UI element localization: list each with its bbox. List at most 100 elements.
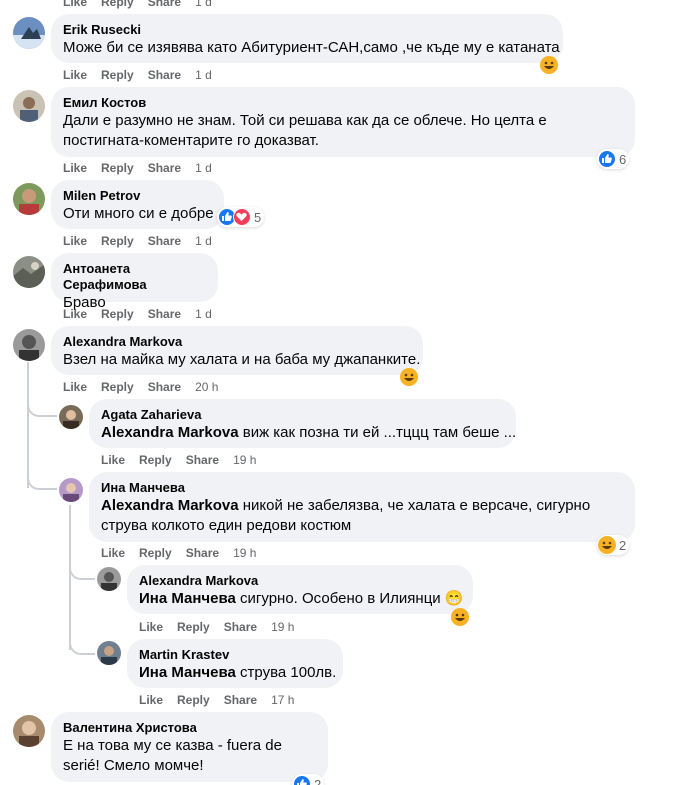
comment-text: Ина Манчева сигурно. Особено в Илиянци 😁: [139, 589, 464, 609]
mention-link[interactable]: Ина Манчева: [139, 664, 236, 681]
mention-link[interactable]: Alexandra Markova: [101, 424, 239, 441]
share-button[interactable]: Share: [148, 160, 181, 176]
like-reaction-icon: [293, 775, 311, 785]
comment-text: Е на това му се казва - fuera de serié! …: [63, 737, 282, 774]
timestamp[interactable]: 19 h: [233, 452, 256, 468]
mention-link[interactable]: Ина Манчева: [139, 590, 236, 607]
comment-bubble: Alexandra Markova Взел на майка му халат…: [51, 326, 423, 375]
avatar[interactable]: [13, 90, 45, 122]
avatar[interactable]: [13, 256, 45, 288]
comment-author[interactable]: Антоанета Серафимова: [63, 261, 206, 293]
timestamp[interactable]: 1 d: [195, 0, 212, 10]
reaction-badge[interactable]: [539, 55, 561, 75]
comment-text: Взел на майка му халата и на баба му джа…: [63, 351, 421, 368]
reply-button[interactable]: Reply: [177, 692, 210, 708]
haha-reaction-icon: [540, 56, 558, 74]
timestamp[interactable]: 1 d: [195, 306, 212, 322]
timestamp[interactable]: 1 d: [195, 160, 212, 176]
like-reaction-icon: [598, 150, 616, 168]
comment-author[interactable]: Martin Krastev: [139, 647, 331, 663]
avatar[interactable]: [13, 715, 45, 747]
like-button[interactable]: Like: [101, 545, 125, 561]
like-button[interactable]: Like: [139, 692, 163, 708]
comment-bubble: Erik Rusecki Може би се изявява като Аби…: [51, 14, 563, 63]
share-button[interactable]: Share: [148, 306, 181, 322]
timestamp[interactable]: 20 h: [195, 379, 218, 395]
timestamp[interactable]: 1 d: [195, 233, 212, 249]
haha-reaction-icon: [400, 368, 418, 386]
reply-bubble: Alexandra Markova Ина Манчева сигурно. О…: [127, 565, 473, 614]
comment-text-body: сигурно. Особено в Илиянци 😁: [235, 590, 464, 607]
share-button[interactable]: Share: [148, 379, 181, 395]
comment-actions: Like Reply Share 1 d: [63, 0, 212, 10]
thread-connector: [69, 635, 95, 655]
like-button[interactable]: Like: [139, 619, 163, 635]
reaction-badge[interactable]: 5: [217, 207, 265, 227]
timestamp[interactable]: 17 h: [271, 692, 294, 708]
haha-reaction-icon: [598, 536, 616, 554]
comment-actions: Like Reply Share 1 d: [63, 306, 212, 322]
reply-button[interactable]: Reply: [101, 306, 134, 322]
comment-text: Може би се изявява като Абитуриент-САН,с…: [63, 39, 560, 56]
reaction-badge[interactable]: 6: [597, 149, 630, 169]
like-button[interactable]: Like: [63, 306, 87, 322]
avatar[interactable]: [97, 641, 121, 665]
avatar[interactable]: [97, 567, 121, 591]
thread-connector: [27, 470, 57, 490]
like-button[interactable]: Like: [63, 233, 87, 249]
reply-button[interactable]: Reply: [101, 233, 134, 249]
avatar[interactable]: [59, 478, 83, 502]
reply-button[interactable]: Reply: [139, 545, 172, 561]
comment-actions: Like Reply Share 20 h: [63, 379, 218, 395]
comment-text: Alexandra Markova виж как позна ти ей ..…: [101, 423, 516, 443]
share-button[interactable]: Share: [186, 452, 219, 468]
timestamp[interactable]: 1 d: [195, 67, 212, 83]
reaction-count: 2: [619, 537, 627, 553]
comment-author[interactable]: Валентина Христова: [63, 720, 316, 736]
avatar[interactable]: [59, 405, 83, 429]
like-button[interactable]: Like: [63, 379, 87, 395]
comment-text-body: виж как позна ти ей ...тццц там беше ...: [238, 424, 517, 441]
share-button[interactable]: Share: [224, 692, 257, 708]
reaction-badge[interactable]: [450, 607, 472, 627]
reaction-badge[interactable]: [399, 367, 421, 387]
like-button[interactable]: Like: [63, 0, 87, 10]
like-button[interactable]: Like: [101, 452, 125, 468]
comment-author[interactable]: Емил Костов: [63, 95, 623, 111]
comment-author[interactable]: Ина Манчева: [101, 480, 623, 496]
reply-button[interactable]: Reply: [101, 160, 134, 176]
reply-button[interactable]: Reply: [101, 67, 134, 83]
thread-connector: [69, 560, 95, 580]
share-button[interactable]: Share: [148, 0, 181, 10]
share-button[interactable]: Share: [148, 233, 181, 249]
timestamp[interactable]: 19 h: [233, 545, 256, 561]
reply-bubble: Ина Манчева Alexandra Markova никой не з…: [89, 472, 635, 542]
mention-link[interactable]: Alexandra Markova: [101, 497, 239, 514]
comment-bubble: Емил Костов Дали е разумно не знам. Той …: [51, 87, 635, 157]
like-button[interactable]: Like: [63, 67, 87, 83]
comment-author[interactable]: Erik Rusecki: [63, 22, 551, 38]
reply-button[interactable]: Reply: [139, 452, 172, 468]
reaction-badge[interactable]: 2: [292, 774, 325, 785]
comment-text: Оти много си е добре: [63, 205, 214, 222]
share-button[interactable]: Share: [148, 67, 181, 83]
avatar[interactable]: [13, 17, 45, 49]
avatar[interactable]: [13, 183, 45, 215]
comment-actions: Like Reply Share 1 d: [63, 160, 212, 176]
like-button[interactable]: Like: [63, 160, 87, 176]
haha-reaction-icon: [451, 608, 469, 626]
comment-bubble: Антоанета Серафимова Браво: [51, 253, 218, 311]
comment-actions: Like Reply Share 17 h: [139, 692, 294, 708]
timestamp[interactable]: 19 h: [271, 619, 294, 635]
reply-button[interactable]: Reply: [177, 619, 210, 635]
share-button[interactable]: Share: [186, 545, 219, 561]
reply-button[interactable]: Reply: [101, 0, 134, 10]
reply-button[interactable]: Reply: [101, 379, 134, 395]
comment-author[interactable]: Alexandra Markova: [139, 573, 461, 589]
reaction-badge[interactable]: 2: [597, 535, 630, 555]
avatar[interactable]: [13, 329, 45, 361]
comment-author[interactable]: Agata Zaharieva: [101, 407, 504, 423]
share-button[interactable]: Share: [224, 619, 257, 635]
comment-author[interactable]: Alexandra Markova: [63, 334, 411, 350]
comment-author[interactable]: Milen Petrov: [63, 188, 212, 204]
